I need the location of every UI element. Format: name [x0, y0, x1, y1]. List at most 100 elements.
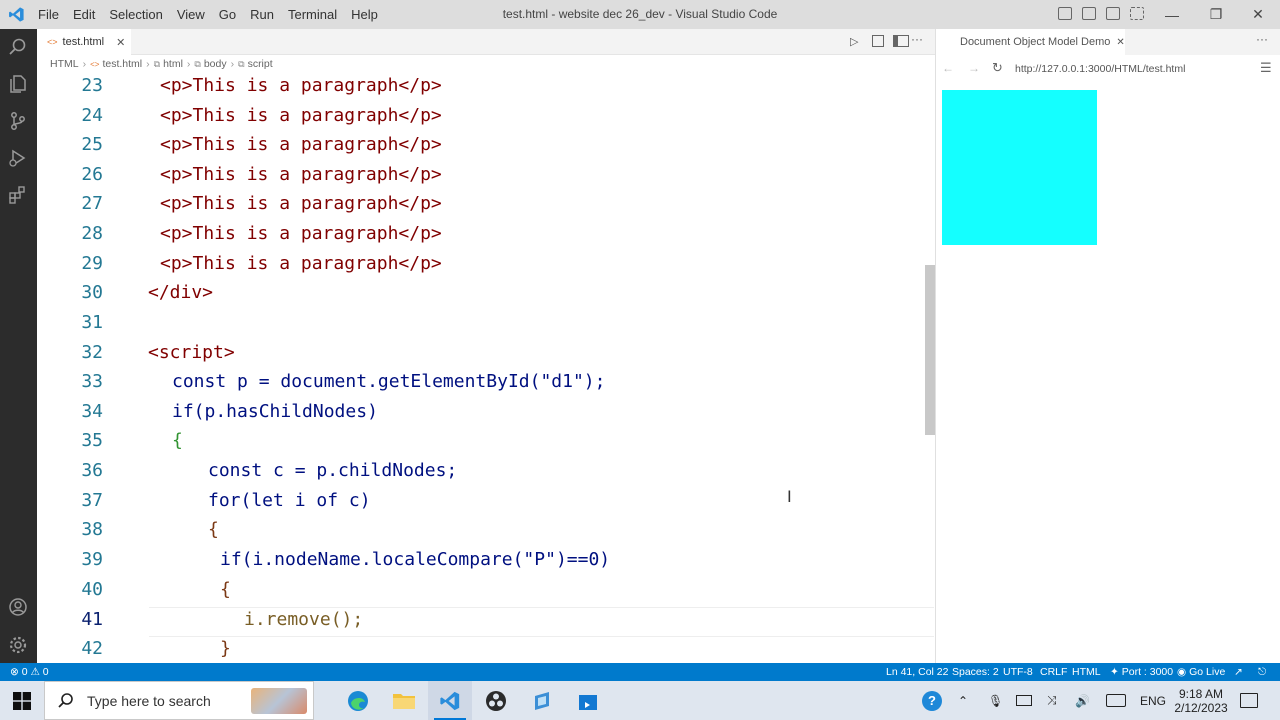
port-label: Port : 3000	[1121, 666, 1174, 678]
line-text: <p>This is a paragraph</p>	[160, 223, 442, 244]
toggle-panel-icon[interactable]	[1082, 7, 1096, 20]
menu-help[interactable]: Help	[344, 0, 385, 29]
element-icon: ⧉	[238, 58, 245, 69]
line-number: 31	[81, 312, 103, 333]
taskbar-file-explorer-app[interactable]	[382, 681, 426, 720]
volume-icon[interactable]: 🔊	[1075, 681, 1090, 720]
preview-menu-icon[interactable]: ☰	[1260, 60, 1272, 76]
taskbar-edge-app[interactable]	[336, 681, 380, 720]
close-window-button[interactable]: ✕	[1236, 0, 1280, 29]
source-control-icon[interactable]	[8, 111, 28, 131]
toggle-primary-sidebar-icon[interactable]	[1058, 7, 1072, 20]
language-mode[interactable]: HTML	[1072, 663, 1101, 681]
line-text: if(p.hasChildNodes)	[172, 401, 378, 422]
run-debug-icon[interactable]	[8, 148, 28, 168]
taskbar-obs-app[interactable]	[474, 681, 518, 720]
notifications-icon[interactable]	[1240, 681, 1258, 720]
taskbar-store-app[interactable]	[566, 681, 610, 720]
restore-button[interactable]: ❐	[1194, 0, 1238, 29]
search-highlight-image	[251, 688, 307, 714]
code-editor[interactable]: 23 <p>This is a paragraph</p> 24 <p>This i…	[37, 73, 936, 663]
encoding[interactable]: UTF-8	[1003, 663, 1033, 681]
split-editor-icon[interactable]	[893, 35, 909, 47]
show-hidden-icons-chevron-up-icon[interactable]: ⌃	[958, 681, 968, 720]
code-line: 26 <p>This is a paragraph</p>	[37, 160, 936, 190]
line-number: 41	[81, 609, 103, 630]
more-actions-icon[interactable]: ···	[911, 32, 923, 46]
battery-icon[interactable]	[1016, 681, 1032, 720]
line-number: 24	[81, 105, 103, 126]
tab-test-html[interactable]: <> test.html ✕	[37, 29, 131, 55]
code-line: 23 <p>This is a paragraph</p>	[37, 73, 936, 101]
menu-view[interactable]: View	[170, 0, 212, 29]
taskbar-notes-app[interactable]	[520, 681, 564, 720]
go-live-button[interactable]: ◉ Go Live	[1177, 663, 1225, 681]
refresh-icon[interactable]: ↻	[992, 60, 1003, 76]
more-actions-icon[interactable]: ···	[1256, 32, 1268, 46]
input-language-indicator[interactable]: ENG	[1140, 681, 1166, 720]
close-tab-icon[interactable]: ✕	[116, 36, 125, 49]
keyboard-icon[interactable]	[1106, 681, 1126, 720]
line-text: }	[220, 638, 231, 659]
code-line: 29 <p>This is a paragraph</p>	[37, 249, 936, 279]
problems-indicator[interactable]: ⊗ 0 ⚠ 0	[10, 663, 49, 681]
url-field[interactable]: http://127.0.0.1:3000/HTML/test.html	[1015, 63, 1185, 75]
microphone-icon[interactable]: 🎙	[988, 681, 1003, 720]
code-line: 37 for(let i of c)	[37, 486, 936, 516]
windows-start-icon[interactable]	[13, 692, 31, 710]
menu-terminal[interactable]: Terminal	[281, 0, 344, 29]
obs-record-icon	[486, 690, 506, 711]
run-file-icon[interactable]: ▷	[850, 35, 858, 48]
breadcrumb-item[interactable]: HTML	[50, 58, 79, 70]
line-text: for(let i of c)	[208, 490, 371, 511]
minimize-button[interactable]: —	[1150, 0, 1194, 29]
taskbar-vscode-app[interactable]	[428, 681, 472, 720]
forward-arrow-icon[interactable]: →	[968, 61, 980, 75]
store-app-icon	[579, 694, 597, 710]
wifi-icon[interactable]: ⤨	[1047, 681, 1057, 720]
line-text: <p>This is a paragraph</p>	[160, 253, 442, 274]
breadcrumb-item[interactable]: body	[204, 58, 227, 70]
taskbar-search-box[interactable]: Type here to search	[44, 681, 314, 720]
tab-document-object-model-demo[interactable]: Document Object Model Demo ✕	[936, 29, 1125, 55]
search-icon[interactable]	[8, 37, 28, 57]
preview-address-bar: ← → ↻ http://127.0.0.1:3000/HTML/test.ht…	[936, 55, 1280, 83]
cursor-position[interactable]: Ln 41, Col 22	[886, 663, 948, 681]
menu-edit[interactable]: Edit	[66, 0, 102, 29]
element-icon: ⧉	[153, 58, 161, 69]
code-line: 40 {	[37, 575, 936, 605]
live-server-port[interactable]: ✦ Port : 3000	[1110, 663, 1173, 681]
customize-layout-icon[interactable]	[1130, 7, 1144, 20]
extensions-icon[interactable]	[8, 185, 28, 205]
open-preview-icon[interactable]	[872, 35, 884, 47]
close-tab-icon[interactable]: ✕	[1116, 37, 1124, 48]
breadcrumb-item[interactable]: html	[163, 58, 183, 70]
clock[interactable]: 9:18 AM 2/12/2023	[1174, 681, 1228, 720]
menu-run[interactable]: Run	[243, 0, 281, 29]
preview-tab-label: Document Object Model Demo	[960, 36, 1111, 48]
feedback-icon[interactable]: ↗	[1234, 663, 1243, 681]
line-number: 27	[81, 193, 103, 214]
menu-go[interactable]: Go	[212, 0, 243, 29]
menu-selection[interactable]: Selection	[102, 0, 169, 29]
line-number: 33	[81, 371, 103, 392]
back-arrow-icon[interactable]: ←	[942, 61, 954, 75]
notifications-bell-icon[interactable]: ⎋	[1258, 663, 1266, 681]
breadcrumb-item[interactable]: test.html	[102, 58, 142, 70]
line-text: const p = document.getElementById("d1");	[172, 371, 606, 392]
manage-gear-icon[interactable]	[8, 635, 28, 655]
code-line: 25 <p>This is a paragraph</p>	[37, 130, 936, 160]
line-text: <p>This is a paragraph</p>	[160, 193, 442, 214]
line-text: const c = p.childNodes;	[208, 460, 458, 481]
indentation[interactable]: Spaces: 2	[952, 663, 999, 681]
status-bar: ⊗ 0 ⚠ 0 Ln 41, Col 22 Spaces: 2 UTF-8 CR…	[0, 663, 1280, 681]
editor-scrollbar[interactable]	[925, 265, 935, 435]
menu-file[interactable]: File	[31, 0, 66, 29]
toggle-secondary-sidebar-icon[interactable]	[1106, 7, 1120, 20]
clock-date: 2/12/2023	[1174, 700, 1228, 715]
help-icon[interactable]: ?	[922, 681, 942, 720]
accounts-icon[interactable]	[8, 597, 28, 617]
line-ending[interactable]: CRLF	[1040, 663, 1067, 681]
breadcrumb-item[interactable]: script	[248, 58, 273, 70]
explorer-icon[interactable]	[8, 74, 28, 94]
